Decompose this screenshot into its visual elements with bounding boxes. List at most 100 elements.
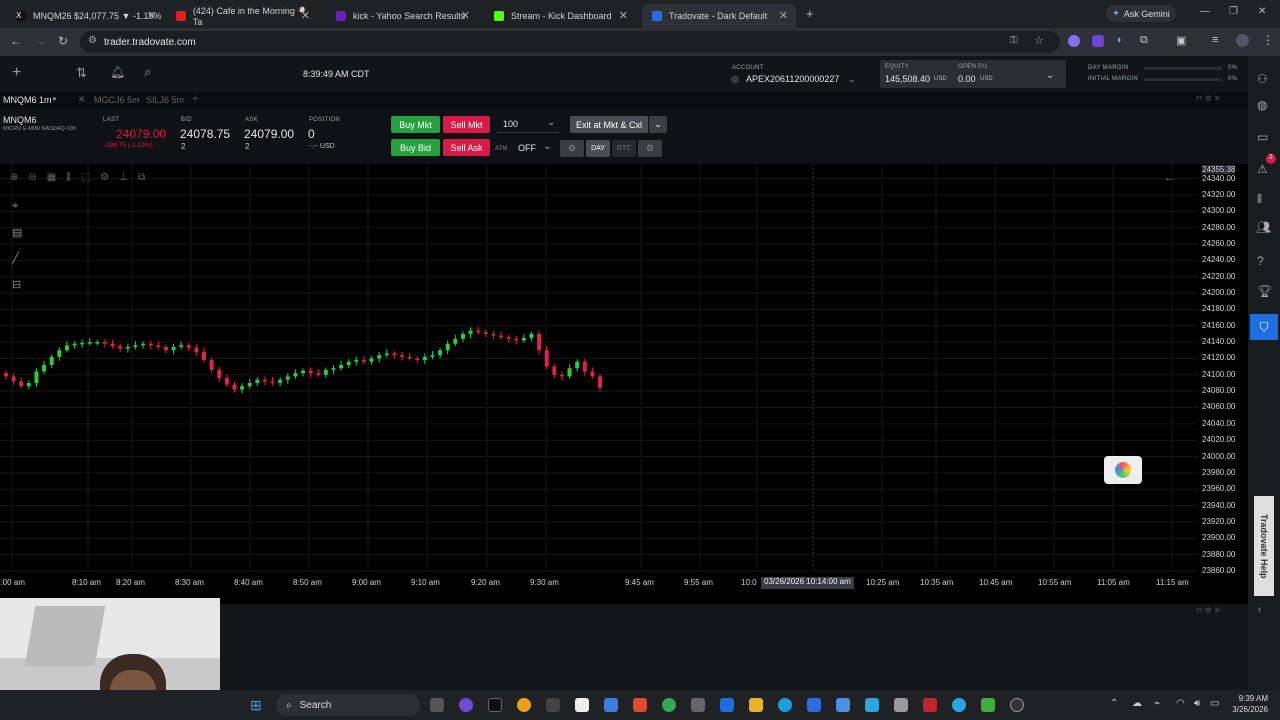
ask-gemini-button[interactable]: ✦ Ask Gemini bbox=[1106, 5, 1176, 22]
telegram-icon[interactable] bbox=[952, 698, 966, 712]
wifi-icon[interactable]: ◠ bbox=[1176, 698, 1185, 709]
crosshair-icon[interactable]: ⌖ bbox=[12, 200, 22, 213]
media-icon[interactable]: ≡ bbox=[1212, 34, 1218, 46]
close-icon[interactable]: ✕ bbox=[779, 9, 788, 22]
close-window-icon[interactable]: ✕ bbox=[1258, 6, 1266, 17]
app-icon[interactable] bbox=[923, 698, 937, 712]
columns-icon[interactable]: ⫴ bbox=[1257, 192, 1262, 207]
chart-settings-icon[interactable]: ⚙ bbox=[100, 172, 109, 183]
key-icon[interactable]: ⚿ bbox=[1010, 35, 1018, 46]
app-icon[interactable] bbox=[546, 698, 560, 712]
settings-icon[interactable]: ⚙ bbox=[560, 140, 584, 157]
alert-icon[interactable]: ⚠ bbox=[1257, 162, 1268, 176]
chevron-down-icon[interactable]: ⌄ bbox=[848, 74, 856, 85]
quantity-input[interactable]: 100 ⌄ bbox=[497, 116, 559, 133]
tab-chart-sil[interactable]: SILJ6 5m bbox=[146, 95, 184, 105]
close-icon[interactable]: ✕ bbox=[461, 9, 470, 22]
discord-icon[interactable] bbox=[459, 698, 473, 712]
zoom-in-icon[interactable]: ⊕ bbox=[10, 172, 18, 183]
layout-icon[interactable]: ⧉ bbox=[138, 172, 145, 183]
notes-icon[interactable]: ▤ bbox=[12, 226, 22, 239]
dropbox-icon[interactable] bbox=[807, 698, 821, 712]
obs-icon[interactable] bbox=[1010, 698, 1024, 712]
chevron-down-icon[interactable]: ⌄ bbox=[1046, 70, 1054, 81]
taskbar-search[interactable]: ⌕ Search bbox=[276, 694, 420, 716]
add-tab-icon[interactable]: + bbox=[192, 93, 198, 105]
globe-icon[interactable]: ◍ bbox=[1257, 98, 1267, 112]
help-icon[interactable]: ? bbox=[1257, 254, 1264, 268]
lock-icon[interactable]: ⊟ bbox=[12, 278, 22, 291]
copilot-icon[interactable] bbox=[604, 698, 618, 712]
scroll-left-icon[interactable]: ← bbox=[1164, 172, 1175, 184]
tray-icon[interactable]: ⌁ bbox=[1154, 698, 1160, 709]
close-tab-icon[interactable]: ✕ bbox=[78, 94, 86, 105]
browser-tab[interactable]: (424) Cafe in the Morning 🍳 Ta ✕ bbox=[166, 4, 318, 28]
tradingview-icon[interactable] bbox=[488, 698, 502, 712]
exit-options-chevron-icon[interactable]: ⌄ bbox=[649, 116, 667, 133]
chart-svg[interactable] bbox=[0, 164, 1248, 604]
tab-chart-mnq[interactable]: MNQM6 1m bbox=[3, 95, 52, 105]
window-controls-icon[interactable]: ⊓ ⚙ ✕ bbox=[1196, 94, 1221, 103]
sidepanel-icon[interactable]: ▣ bbox=[1176, 34, 1186, 47]
extensions-puzzle-icon[interactable]: ⧉ bbox=[1140, 34, 1148, 47]
timeframe-icon[interactable]: ▦ bbox=[47, 172, 56, 183]
search-icon[interactable]: ⌕ bbox=[144, 64, 151, 80]
bell-icon[interactable]: 🔔︎ bbox=[110, 65, 125, 79]
store-icon[interactable] bbox=[720, 698, 734, 712]
buy-bid-button[interactable]: Buy Bid bbox=[391, 139, 440, 156]
shield-icon[interactable]: ⛉ bbox=[1250, 314, 1278, 340]
select-area-icon[interactable]: ⬚ bbox=[81, 172, 90, 183]
price-chart[interactable]: ⊕ ⊖ ▦ ⫼ ⬚ ⚙ ⊥ ⧉ ⌖ ▤ ╱ ⊟ ← 24355.38 24340.… bbox=[0, 164, 1248, 604]
close-icon[interactable]: ✕ bbox=[301, 9, 310, 22]
windows-start-icon[interactable]: ⊞ bbox=[250, 697, 262, 714]
minimize-icon[interactable]: — bbox=[1200, 6, 1210, 17]
trophy-icon[interactable]: 🏆︎ bbox=[1257, 284, 1272, 298]
tif-day-button[interactable]: DAY bbox=[586, 140, 610, 157]
tif-gtc-button[interactable]: GTC bbox=[612, 140, 636, 157]
chevron-down-icon[interactable]: ⌄ bbox=[547, 117, 555, 128]
taskbar-date[interactable]: 3/26/2026 bbox=[1228, 705, 1268, 714]
browser-tab[interactable]: Stream - Kick Dashboard ✕ bbox=[484, 4, 636, 28]
browser-tab[interactable]: kick - Yahoo Search Results ✕ bbox=[326, 4, 478, 28]
draw-line-icon[interactable]: ╱ bbox=[12, 252, 22, 265]
chart-type-icon[interactable]: ⫼ bbox=[66, 172, 71, 183]
extension-icon[interactable]: ◗ bbox=[1116, 34, 1123, 46]
sort-arrows-icon[interactable]: ⇅ bbox=[76, 65, 87, 81]
reload-icon[interactable]: ↻ bbox=[58, 34, 68, 48]
floating-widget-icon[interactable] bbox=[1104, 456, 1142, 484]
sell-ask-button[interactable]: Sell Ask bbox=[443, 139, 490, 156]
panel-controls-icon[interactable]: ⊓ ⚙ ✕ bbox=[1196, 606, 1221, 615]
volume-icon[interactable]: 🔊︎ bbox=[1194, 698, 1200, 709]
app-icon[interactable] bbox=[633, 698, 647, 712]
exit-at-mkt-button[interactable]: Exit at Mkt & Cxl bbox=[570, 116, 648, 133]
help-tab[interactable]: Tradovate Help bbox=[1254, 496, 1274, 596]
task-view-icon[interactable] bbox=[430, 698, 444, 712]
extension-icon[interactable] bbox=[1092, 35, 1104, 47]
battery-icon[interactable]: ▭ bbox=[1210, 698, 1219, 709]
sell-mkt-button[interactable]: Sell Mkt bbox=[443, 116, 490, 133]
new-tab-icon[interactable]: + bbox=[806, 6, 814, 21]
browser-tab[interactable]: X MNQM26 $24,077.75 ▼ -1.19% ✕ bbox=[6, 4, 164, 28]
indicators-icon[interactable]: ⊥ bbox=[119, 172, 128, 183]
community-icon[interactable]: 👥︎ bbox=[1256, 220, 1271, 234]
chrome-icon[interactable] bbox=[517, 698, 531, 712]
collapse-icon[interactable]: ‹ bbox=[1258, 604, 1261, 615]
taskbar-time[interactable]: 9:39 AM bbox=[1234, 694, 1268, 703]
forward-icon[interactable]: → bbox=[34, 34, 46, 48]
app-icon[interactable] bbox=[894, 698, 908, 712]
bookmark-star-icon[interactable]: ☆ bbox=[1034, 34, 1044, 47]
account-selector[interactable]: APEX20611200000227 bbox=[746, 74, 839, 84]
close-icon[interactable]: ✕ bbox=[619, 9, 628, 22]
file-explorer-icon[interactable] bbox=[749, 698, 763, 712]
tab-chart-mgc[interactable]: MGCJ6 5m bbox=[94, 95, 140, 105]
add-icon[interactable]: + bbox=[12, 64, 21, 82]
menu-dots-icon[interactable]: ⋮ bbox=[1262, 33, 1274, 47]
zoom-out-icon[interactable]: ⊖ bbox=[28, 172, 36, 183]
capcut-icon[interactable] bbox=[691, 698, 705, 712]
tray-icon[interactable]: ☁ bbox=[1132, 698, 1142, 709]
edge-icon[interactable] bbox=[778, 698, 792, 712]
back-icon[interactable]: ← bbox=[10, 34, 22, 48]
app-icon[interactable] bbox=[865, 698, 879, 712]
extension-icon[interactable] bbox=[1068, 35, 1080, 47]
app-icon[interactable] bbox=[981, 698, 995, 712]
